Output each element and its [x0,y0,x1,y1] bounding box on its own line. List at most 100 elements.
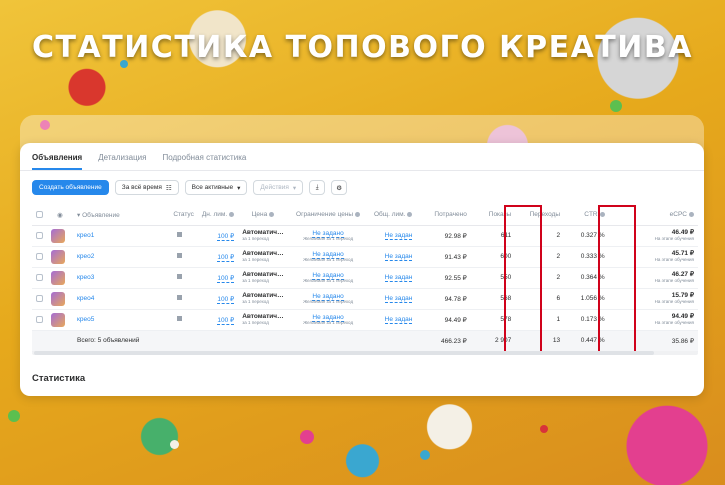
totals-impressions: 2 907 [470,330,516,352]
help-icon [229,212,235,218]
spent-value: 92.98 ₽ [416,225,471,247]
col-status[interactable]: Статус [160,205,198,226]
price-limit-cell[interactable]: Не задано Желаемая за 1 переход [287,288,369,310]
col-total-limit[interactable]: Общ. лим. [368,205,417,226]
help-icon [269,212,275,218]
tab-details[interactable]: Детализация [98,153,146,170]
tabs: Объявления Детализация Подробная статист… [32,153,246,170]
chevron-down-icon: ▾ [237,184,241,192]
ecpc-cell: 15.79 ₽ На этапе обучения [608,288,698,310]
totals-spent: 466.23 ₽ [416,330,471,352]
spent-value: 91.43 ₽ [416,246,471,268]
impressions-value: 578 [470,309,516,331]
col-price-limit[interactable]: Ограничение цены [287,205,369,226]
ad-name-link[interactable]: креo5 [73,309,161,331]
spent-value: 94.78 ₽ [416,288,471,310]
col-price[interactable]: Цена [238,205,288,226]
total-limit-value[interactable]: Не задан [368,246,417,268]
table-row[interactable]: креo4 100 ₽ Автоматич… за 1 переход Не задан… [32,288,698,310]
daily-limit-value[interactable]: 100 ₽ [197,225,239,247]
actions-select[interactable]: Действия ▾ [253,180,304,195]
total-limit-value[interactable]: Не задан [368,309,417,331]
ctr-value: 0.173 % [564,309,609,331]
price-cell: Автоматич… за 1 переход [238,225,288,247]
ad-thumbnail-image [51,291,65,306]
daily-limit-value[interactable]: 100 ₽ [197,288,239,310]
daily-limit-value[interactable]: 100 ₽ [197,309,239,331]
help-icon [407,212,413,218]
ad-thumbnail-image [51,228,65,243]
ad-name-link[interactable]: креo1 [73,225,161,247]
tab-ads[interactable]: Объявления [32,153,83,170]
daily-limit-value[interactable]: 100 ₽ [197,246,239,268]
price-limit-cell[interactable]: Не задано Желаемая за 1 переход [287,246,369,268]
tab-detailed-stats[interactable]: Подробная статистика [162,153,246,170]
statistics-title: Статистика [32,373,86,384]
table-row[interactable]: креo5 100 ₽ Автоматич… за 1 переход Не задан… [32,309,698,331]
row-checkbox[interactable] [32,288,47,310]
tabs-divider [20,170,704,171]
price-limit-cell[interactable]: Не задано Желаемая за 1 переход [287,267,369,289]
ctr-value: 0.333 % [564,246,609,268]
row-checkbox[interactable] [32,309,47,331]
create-ad-button[interactable]: Создать объявление [32,180,109,195]
ad-thumbnail-image [51,270,65,285]
daily-limit-value[interactable]: 100 ₽ [197,267,239,289]
select-all-checkbox[interactable] [32,205,47,226]
totals-ctr: 0.447 % [564,330,609,352]
total-limit-value[interactable]: Не задан [368,288,417,310]
row-thumbnail [47,267,73,289]
clicks-value: 1 [515,309,565,331]
table-row[interactable]: креo2 100 ₽ Автоматич… за 1 переход Не задан… [32,246,698,268]
ctr-value: 0.364 % [564,267,609,289]
ad-name-link[interactable]: креo2 [73,246,161,268]
ads-panel: Объявления Детализация Подробная статист… [20,143,704,396]
eye-icon: ◉ [47,205,73,226]
table-row[interactable]: креo3 100 ₽ Автоматич… за 1 переход Не задан… [32,267,698,289]
ctr-value: 1.056 % [564,288,609,310]
ad-name-link[interactable]: креo3 [73,267,161,289]
col-name[interactable]: ▾ Объявление [73,205,161,226]
filter-select[interactable]: Все активные ▾ [184,180,248,195]
price-cell: Автоматич… за 1 переход [238,267,288,289]
price-cell: Автоматич… за 1 переход [238,246,288,268]
col-daily-limit[interactable]: Дн. лим. [197,205,239,226]
ecpc-cell: 45.71 ₽ На этапе обучения [608,246,698,268]
col-ctr[interactable]: CTR [564,205,609,226]
status-indicator [160,246,198,268]
col-spent[interactable]: Потрачено [416,205,471,226]
price-limit-cell[interactable]: Не задано Желаемая за 1 переход [287,309,369,331]
row-checkbox[interactable] [32,246,47,268]
impressions-value: 550 [470,267,516,289]
settings-button[interactable]: ⚙ [331,180,348,195]
actions-label: Действия [260,184,289,191]
row-checkbox[interactable] [32,225,47,247]
status-indicator [160,309,198,331]
ad-thumbnail-image [51,312,65,327]
help-icon [599,212,605,218]
total-limit-value[interactable]: Не задан [368,225,417,247]
total-limit-value[interactable]: Не задан [368,267,417,289]
help-icon [355,212,361,218]
row-checkbox[interactable] [32,267,47,289]
price-limit-cell[interactable]: Не задано Желаемая за 1 переход [287,225,369,247]
ad-name-link[interactable]: креo4 [73,288,161,310]
clicks-value: 2 [515,246,565,268]
download-button[interactable]: ⤓ [309,180,326,195]
horizontal-scrollbar[interactable] [32,351,698,355]
ad-thumbnail-image [51,249,65,264]
col-ecpc[interactable]: eCPC [608,205,698,226]
impressions-value: 568 [470,288,516,310]
ctr-value: 0.327 % [564,225,609,247]
status-indicator [160,225,198,247]
ads-table: ◉ ▾ Объявление Статус Дн. лим. Цена Огра… [32,205,698,352]
col-impressions[interactable]: Показы [470,205,516,226]
col-clicks[interactable]: Переходы [515,205,565,226]
help-icon [689,212,694,218]
period-button[interactable]: За всё время ☷ [114,180,179,195]
clicks-value: 6 [515,288,565,310]
row-thumbnail [47,309,73,331]
ecpc-cell: 94.49 ₽ На этапе обучения [608,309,698,331]
table-row[interactable]: креo1 100 ₽ Автоматич… за 1 переход Не задан… [32,225,698,247]
calendar-icon: ☷ [165,184,172,192]
